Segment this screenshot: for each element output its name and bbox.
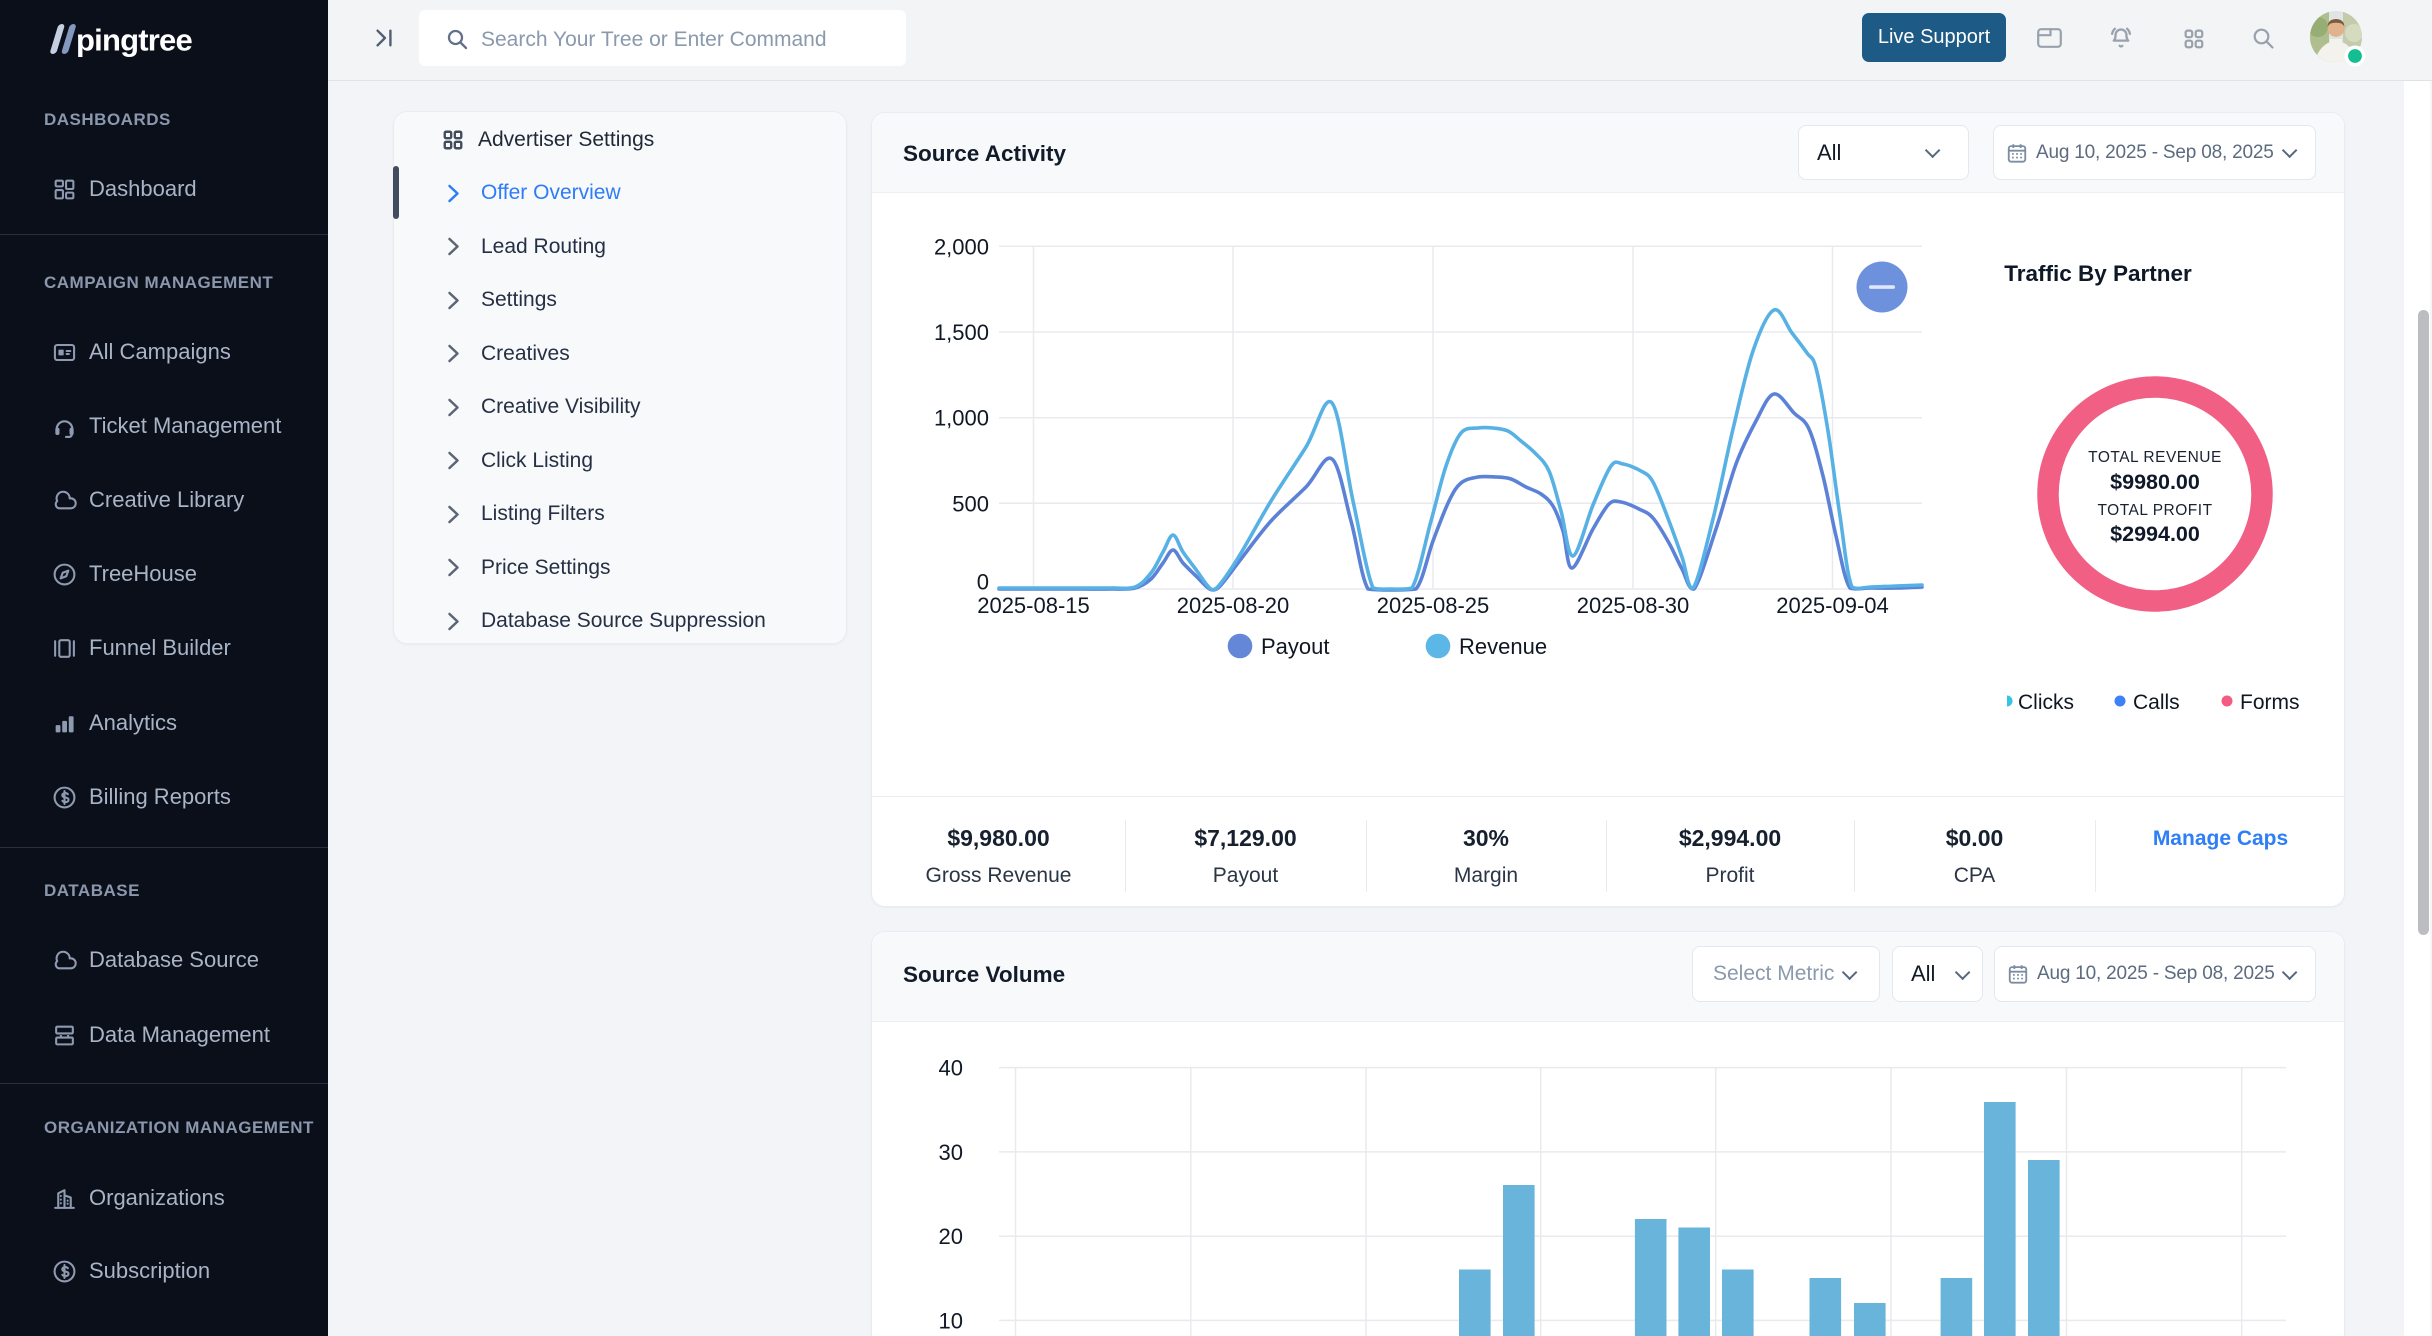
svg-text:1,500: 1,500: [934, 320, 989, 345]
svg-text:2025-09-04: 2025-09-04: [1776, 593, 1889, 618]
svg-text:$2994.00: $2994.00: [2110, 522, 2200, 546]
svg-text:Calls: Calls: [2133, 691, 2180, 714]
svg-text:1,000: 1,000: [934, 406, 989, 431]
svg-text:Revenue: Revenue: [1459, 634, 1547, 659]
svg-text:20: 20: [939, 1224, 963, 1249]
svg-text:0: 0: [977, 570, 989, 595]
svg-text:TOTAL PROFIT: TOTAL PROFIT: [2097, 502, 2212, 519]
svg-text:500: 500: [952, 491, 989, 516]
svg-text:TOTAL REVENUE: TOTAL REVENUE: [2088, 449, 2222, 466]
svg-text:40: 40: [939, 1056, 963, 1081]
svg-text:Forms: Forms: [2240, 691, 2300, 714]
svg-text:2025-08-15: 2025-08-15: [977, 593, 1090, 618]
svg-text:$9980.00: $9980.00: [2110, 470, 2200, 494]
svg-text:pingtree: pingtree: [76, 23, 192, 58]
svg-text:2025-08-20: 2025-08-20: [1177, 593, 1290, 618]
svg-text:Traffic By Partner: Traffic By Partner: [2004, 261, 2192, 286]
svg-text:Payout: Payout: [1261, 634, 1330, 659]
svg-text:10: 10: [939, 1308, 963, 1333]
svg-text:2025-08-30: 2025-08-30: [1577, 593, 1690, 618]
svg-text:30: 30: [939, 1140, 963, 1165]
svg-text:Clicks: Clicks: [2018, 691, 2074, 714]
svg-text:2,000: 2,000: [934, 234, 989, 259]
svg-text:2025-08-25: 2025-08-25: [1377, 593, 1490, 618]
